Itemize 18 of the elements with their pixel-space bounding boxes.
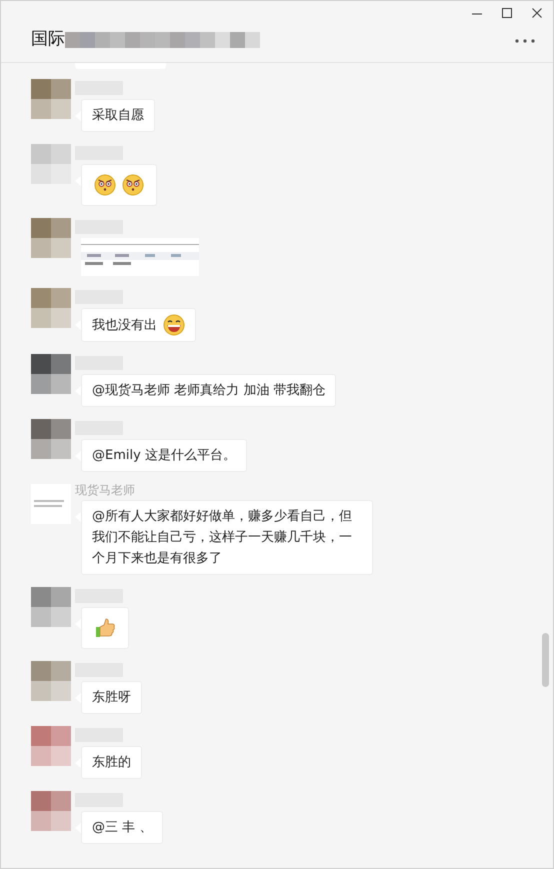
maximize-icon[interactable] (501, 7, 513, 19)
scrollbar-thumb[interactable] (542, 633, 549, 687)
message-text: @现货马老师 老师真给力 加油 带我翻仓 (81, 374, 336, 407)
message-text: @所有人大家都好好做单，赚多少看自己，但我们不能让自己亏，这样子一天赚几千块，一个月下来也是有很多了 (81, 500, 373, 575)
message-text: 采取自愿 (81, 99, 155, 132)
angry-face-icon (94, 174, 116, 196)
message-text: 东胜的 (81, 746, 142, 779)
message-text: 东胜呀 (81, 681, 142, 714)
close-icon[interactable] (531, 7, 543, 19)
message-text: 我也没有出 (92, 316, 157, 334)
grinning-face-icon (163, 314, 185, 336)
angry-face-icon (122, 174, 144, 196)
message-text: @三 丰 、 (81, 811, 164, 844)
more-icon[interactable] (515, 39, 535, 43)
sender-name: 现货马老师 (75, 482, 135, 499)
chat-title: 国际 (31, 28, 65, 51)
thumbs-up-icon (94, 617, 116, 639)
message-text: @Emily 这是什么平台。 (81, 439, 247, 472)
